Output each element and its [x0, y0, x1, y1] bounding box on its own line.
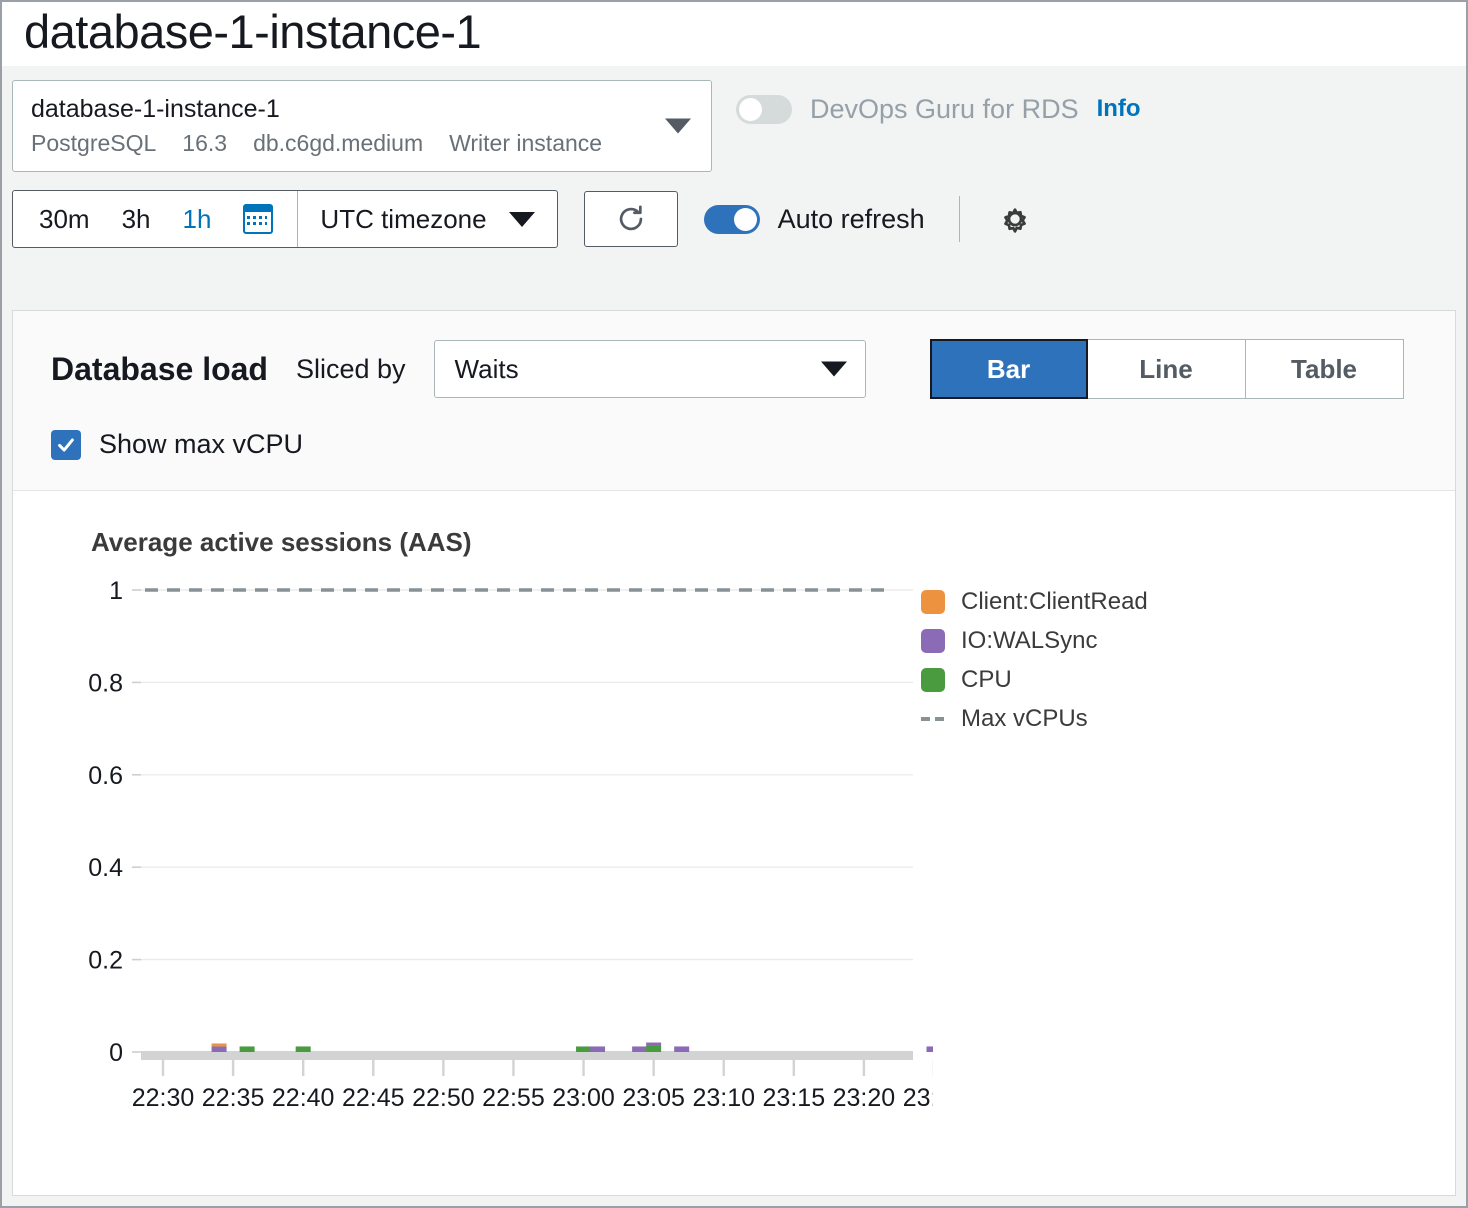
svg-text:22:40: 22:40	[272, 1084, 335, 1112]
show-max-vcpu-label: Show max vCPU	[99, 429, 303, 460]
chart-title: Average active sessions (AAS)	[13, 527, 1455, 558]
svg-text:1: 1	[109, 580, 123, 605]
section-title: Database load	[51, 351, 268, 388]
toggle-knob	[734, 208, 757, 231]
legend-item-cpu[interactable]: CPU	[921, 660, 1148, 699]
svg-text:22:55: 22:55	[482, 1084, 545, 1112]
timezone-selector[interactable]: UTC timezone	[298, 191, 556, 247]
range-1h[interactable]: 1h	[183, 204, 212, 235]
svg-text:22:35: 22:35	[202, 1084, 265, 1112]
legend-label-client-clientread: Client:ClientRead	[961, 588, 1148, 616]
legend-item-io-walsync[interactable]: IO:WALSync	[921, 621, 1148, 660]
toolbar-divider	[959, 196, 960, 242]
svg-text:23:20: 23:20	[833, 1084, 896, 1112]
svg-text:23:25: 23:25	[903, 1084, 933, 1112]
show-max-vcpu-checkbox[interactable]	[51, 430, 81, 460]
svg-text:0.8: 0.8	[88, 669, 123, 697]
page-header: database-1-instance-1 database-1-instanc…	[2, 2, 1466, 270]
legend-swatch-io-walsync	[921, 629, 945, 653]
svg-text:22:30: 22:30	[132, 1084, 195, 1112]
legend-swatch-client-clientread	[921, 590, 945, 614]
legend-item-client-clientread[interactable]: Client:ClientRead	[921, 582, 1148, 621]
sliced-by-select[interactable]: Waits	[434, 340, 866, 398]
chevron-down-icon	[821, 362, 847, 377]
chart-area: Average active sessions (AAS) 0 0.2 0.4 0.6…	[13, 491, 1455, 1120]
legend-label-io-walsync: IO:WALSync	[961, 627, 1097, 655]
svg-text:23:00: 23:00	[552, 1084, 615, 1112]
chevron-down-icon[interactable]	[665, 118, 691, 133]
sliced-by-label: Sliced by	[296, 354, 406, 385]
svg-text:22:45: 22:45	[342, 1084, 405, 1112]
sliced-by-value: Waits	[455, 354, 519, 385]
refresh-icon	[614, 202, 648, 236]
svg-text:23:15: 23:15	[763, 1084, 826, 1112]
auto-refresh-label: Auto refresh	[778, 204, 925, 235]
database-load-header: Database load Sliced by Waits Bar Line T…	[13, 311, 1455, 491]
performance-insights-page: database-1-instance-1 database-1-instanc…	[0, 0, 1468, 1208]
svg-text:0.2: 0.2	[88, 947, 123, 975]
legend-item-max-vcpus[interactable]: Max vCPUs	[921, 699, 1148, 738]
devops-guru-toggle[interactable]	[736, 95, 792, 124]
instance-meta: PostgreSQL 16.3 db.c6gd.medium Writer in…	[31, 129, 695, 159]
calendar-icon[interactable]	[243, 204, 273, 234]
devops-guru-label: DevOps Guru for RDS	[810, 94, 1079, 125]
chart-legend: Client:ClientRead IO:WALSync CPU Max vCP…	[921, 582, 1148, 738]
view-mode-group: Bar Line Table	[930, 339, 1404, 399]
legend-label-max-vcpus: Max vCPUs	[961, 705, 1088, 733]
timezone-label: UTC timezone	[320, 204, 486, 235]
instance-version: 16.3	[182, 129, 227, 159]
chevron-down-icon	[509, 212, 535, 227]
devops-guru-info-link[interactable]: Info	[1097, 95, 1141, 123]
view-mode-bar[interactable]: Bar	[930, 339, 1088, 399]
legend-swatch-max-vcpus	[921, 707, 945, 731]
view-mode-table[interactable]: Table	[1246, 339, 1404, 399]
svg-text:23:05: 23:05	[622, 1084, 685, 1112]
svg-text:22:50: 22:50	[412, 1084, 475, 1112]
page-title: database-1-instance-1	[2, 2, 1466, 66]
svg-text:0: 0	[109, 1039, 123, 1067]
instance-engine: PostgreSQL	[31, 129, 156, 159]
auto-refresh-toggle[interactable]	[704, 205, 760, 234]
gear-icon	[996, 200, 1034, 238]
auto-refresh-control: Auto refresh	[704, 204, 925, 235]
time-range-group: 30m 3h 1h UTC timezone	[12, 190, 558, 248]
range-3h[interactable]: 3h	[122, 204, 151, 235]
refresh-button[interactable]	[584, 191, 678, 247]
database-load-controls: Database load Sliced by Waits Bar Line T…	[51, 339, 1455, 399]
time-toolbar: 30m 3h 1h UTC timezone	[2, 172, 1466, 270]
legend-label-cpu: CPU	[961, 666, 1012, 694]
settings-button[interactable]	[994, 198, 1036, 240]
instance-selector[interactable]: database-1-instance-1 PostgreSQL 16.3 db…	[12, 80, 712, 172]
svg-text:0.4: 0.4	[88, 854, 123, 882]
database-load-chart[interactable]: 00.20.40.60.8122:3022:3522:4022:4522:502…	[13, 580, 933, 1120]
devops-guru-control: DevOps Guru for RDS Info	[736, 80, 1141, 125]
selector-row: database-1-instance-1 PostgreSQL 16.3 db…	[2, 66, 1466, 172]
instance-class: db.c6gd.medium	[253, 129, 423, 159]
check-icon	[55, 434, 77, 456]
instance-name: database-1-instance-1	[31, 93, 695, 126]
show-max-vcpu-row: Show max vCPU	[51, 429, 1455, 460]
view-mode-line[interactable]: Line	[1088, 339, 1246, 399]
plot-wrapper: 00.20.40.60.8122:3022:3522:4022:4522:502…	[13, 580, 1455, 1120]
instance-role: Writer instance	[449, 129, 602, 159]
range-30m[interactable]: 30m	[39, 204, 90, 235]
database-load-panel: Database load Sliced by Waits Bar Line T…	[12, 310, 1456, 1196]
range-buttons: 30m 3h 1h	[13, 191, 298, 247]
toggle-knob	[739, 98, 762, 121]
svg-text:0.6: 0.6	[88, 762, 123, 790]
legend-swatch-cpu	[921, 668, 945, 692]
svg-text:23:10: 23:10	[692, 1084, 755, 1112]
